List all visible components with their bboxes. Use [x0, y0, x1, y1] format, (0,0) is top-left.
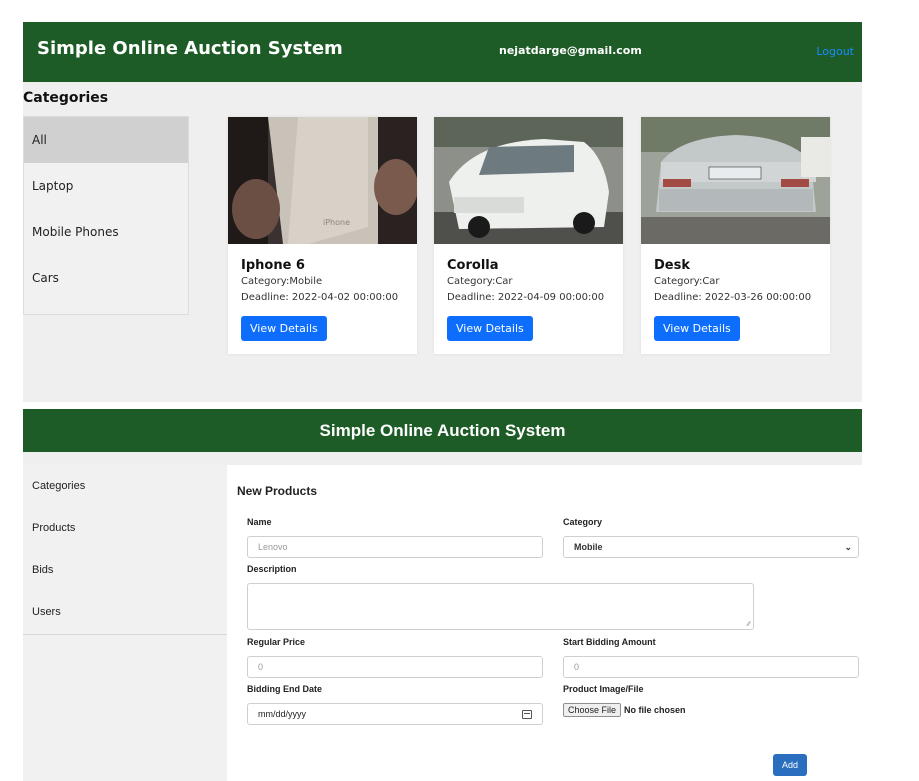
- product-deadline: Deadline: 2022-04-09 00:00:00: [447, 292, 605, 303]
- product-image-iphone: iPhone: [228, 117, 417, 244]
- end-date-input[interactable]: mm/dd/yyyy: [247, 703, 543, 725]
- product-title: Iphone 6: [241, 258, 305, 273]
- product-deadline: Deadline: 2022-03-26 00:00:00: [654, 292, 812, 303]
- image-label: Product Image/File: [563, 684, 644, 694]
- public-auction-page: Simple Online Auction System nejatdarge@…: [23, 22, 862, 402]
- category-item-cars[interactable]: Cars: [24, 255, 188, 301]
- product-deadline: Deadline: 2022-04-02 00:00:00: [241, 292, 399, 303]
- view-details-button[interactable]: View Details: [654, 316, 740, 341]
- view-details-button[interactable]: View Details: [241, 316, 327, 341]
- category-item-laptop[interactable]: Laptop: [24, 163, 188, 209]
- category-label: Category: [563, 517, 603, 527]
- new-product-form: New Products Name Category Mobile ⌄ Desc…: [227, 465, 862, 781]
- product-category: Category:Car: [447, 276, 513, 287]
- svg-text:iPhone: iPhone: [323, 218, 350, 227]
- product-image-desk: [641, 117, 830, 244]
- sidebar-item-categories[interactable]: Categories: [23, 465, 227, 507]
- admin-sidebar: Categories Products Bids Users: [23, 465, 227, 781]
- sidebar-item-products[interactable]: Products: [23, 507, 227, 549]
- category-item-all[interactable]: All: [24, 117, 188, 163]
- categories-heading: Categories: [23, 90, 109, 106]
- form-title: New Products: [237, 484, 318, 498]
- sidebar-item-bids[interactable]: Bids: [23, 549, 227, 591]
- product-card: iPhone Iphone 6 Category:Mobile Deadline…: [228, 117, 417, 354]
- product-title: Corolla: [447, 258, 499, 273]
- product-image-corolla: [434, 117, 623, 244]
- calendar-icon[interactable]: [522, 710, 532, 719]
- product-card: Desk Category:Car Deadline: 2022-03-26 0…: [641, 117, 830, 354]
- name-input[interactable]: [247, 536, 543, 558]
- description-label: Description: [247, 564, 297, 574]
- logout-link[interactable]: Logout: [816, 45, 854, 58]
- categories-list: All Laptop Mobile Phones Cars: [23, 116, 189, 315]
- category-item-mobile-phones[interactable]: Mobile Phones: [24, 209, 188, 255]
- end-date-label: Bidding End Date: [247, 684, 322, 694]
- user-email: nejatdarge@gmail.com: [499, 44, 642, 57]
- brand-title: Simple Online Auction System: [37, 38, 343, 59]
- admin-page: Simple Online Auction System Categories …: [23, 409, 862, 781]
- category-select-value: Mobile: [574, 542, 603, 552]
- sidebar-item-users[interactable]: Users: [23, 591, 227, 633]
- start-bid-label: Start Bidding Amount: [563, 637, 656, 647]
- admin-header: Simple Online Auction System: [23, 409, 862, 452]
- image-file-input[interactable]: Choose File No file chosen: [563, 703, 686, 717]
- add-button[interactable]: Add: [773, 754, 807, 776]
- name-label: Name: [247, 517, 272, 527]
- regular-price-label: Regular Price: [247, 637, 306, 647]
- product-category: Category:Mobile: [241, 276, 323, 287]
- product-card: Corolla Category:Car Deadline: 2022-04-0…: [434, 117, 623, 354]
- end-date-value: mm/dd/yyyy: [258, 709, 307, 719]
- chevron-down-icon: ⌄: [844, 542, 852, 552]
- description-textarea[interactable]: ∕∕: [247, 583, 754, 630]
- header-divider: [23, 452, 862, 465]
- choose-file-button[interactable]: Choose File: [563, 703, 622, 717]
- product-title: Desk: [654, 258, 690, 273]
- resize-grip-icon[interactable]: ∕∕: [748, 621, 750, 628]
- product-category: Category:Car: [654, 276, 720, 287]
- start-bid-input[interactable]: [563, 656, 859, 678]
- sidebar-divider: [23, 634, 227, 635]
- top-navbar: Simple Online Auction System nejatdarge@…: [23, 22, 862, 82]
- category-select[interactable]: Mobile ⌄: [563, 536, 859, 558]
- file-status: No file chosen: [624, 705, 686, 715]
- regular-price-input[interactable]: [247, 656, 543, 678]
- view-details-button[interactable]: View Details: [447, 316, 533, 341]
